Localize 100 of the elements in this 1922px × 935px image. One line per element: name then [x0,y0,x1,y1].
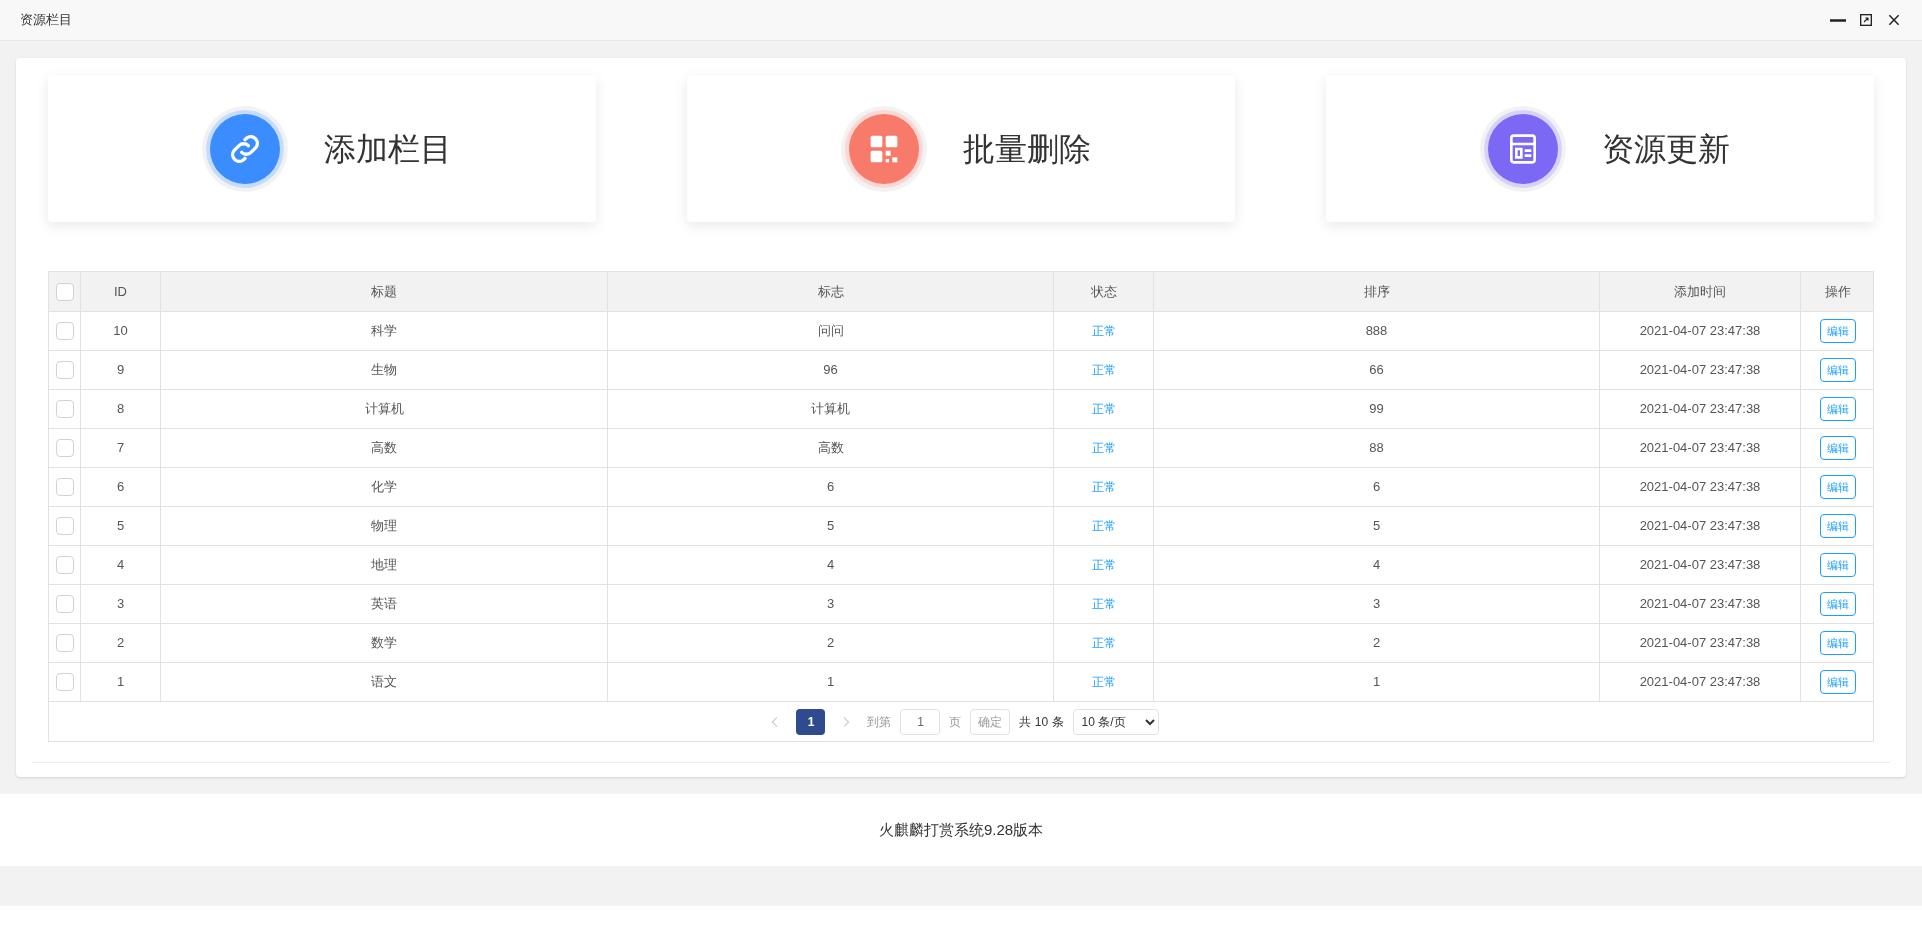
action-label: 批量删除 [963,129,1091,169]
column-header: 标志 [608,272,1054,311]
table-cell-text: 2021-04-07 23:47:38 [1639,595,1761,614]
column-header: 操作 [1824,282,1852,301]
table-cell-text: 6 [826,478,835,497]
table-cell-text: 2021-04-07 23:47:38 [1639,517,1761,536]
checkbox[interactable] [55,478,74,496]
checkbox[interactable] [55,673,74,691]
table-cell-text: 3 [826,595,835,614]
action-card[interactable]: 添加栏目 [48,75,596,222]
status-text: 正常 [1091,440,1116,457]
page-button[interactable]: 1 [796,708,826,735]
maximize-button[interactable] [1858,12,1874,28]
edit-button[interactable]: 编辑 [1820,436,1856,460]
table-cell-text: 5 [1372,517,1381,536]
checkbox[interactable] [55,282,74,301]
table-cell-text: 66 [1369,361,1384,380]
table-cell-text: 4 [1372,556,1381,575]
total-count: 共 10 条 [1019,713,1064,731]
table-cell-text: 物理 [371,517,397,536]
table-cell-text: 2 [1372,634,1381,653]
edit-button[interactable]: 编辑 [1820,514,1856,538]
table-cell-text: 5 [116,517,125,536]
edit-button[interactable]: 编辑 [1820,553,1856,577]
confirm-button[interactable]: 确定 [970,708,1011,735]
column-header: 标题 [161,272,608,311]
close-icon [1886,12,1902,28]
table-cell-text: 3 [116,595,125,614]
table-cell-text: 2021-04-07 23:47:38 [1639,673,1761,692]
table-cell-text: 科学 [371,322,397,341]
checkbox[interactable] [55,322,74,340]
status-text: 正常 [1091,557,1116,574]
edit-button[interactable]: 编辑 [1820,397,1856,421]
page-unit-label: 页 [949,713,962,731]
window-title: 资源栏目 [20,11,72,30]
checkbox[interactable] [55,400,74,418]
edit-button[interactable]: 编辑 [1820,319,1856,343]
page-input[interactable]: 1 [900,708,941,735]
table-cell-text: 6 [1372,478,1381,497]
maximize-icon [1858,12,1874,28]
checkbox[interactable] [55,595,74,613]
table-cell-text: 4 [826,556,835,575]
status-text: 正常 [1091,479,1116,496]
table-cell-text: 英语 [371,595,397,614]
action-label: 资源更新 [1602,129,1730,169]
table-cell-text: 2021-04-07 23:47:38 [1639,322,1761,341]
table-cell-text: 8 [116,400,125,419]
checkbox[interactable] [55,556,74,574]
table-cell-text: 4 [116,556,125,575]
table-cell-text: 计算机 [811,400,850,419]
status-text: 正常 [1091,674,1116,691]
table-cell-text: 10 [113,322,128,341]
goto-label: 到第 [867,713,892,731]
table-cell-text: 语文 [371,673,397,692]
edit-button[interactable]: 编辑 [1820,592,1856,616]
table-cell-text: 1 [1372,673,1381,692]
footer-text: 火麒麟打赏系统9.28版本 [878,819,1044,840]
edit-button[interactable]: 编辑 [1820,631,1856,655]
checkbox[interactable] [55,361,74,379]
table-cell-text: 计算机 [364,400,404,419]
table-cell-text: 1 [826,673,835,692]
table-cell-text: 高数 [817,439,844,458]
table-cell-text: 2021-04-07 23:47:38 [1639,634,1761,653]
table-cell-text: 5 [826,517,835,536]
table-cell-text: 6 [116,478,125,497]
table-cell-text: 数学 [371,634,397,653]
column-header: ID [81,272,161,311]
action-label: 添加栏目 [324,129,452,169]
table-cell-text: 88 [1369,439,1384,458]
page-size-select[interactable]: 10 条/页 [1072,708,1159,735]
table-cell-text: 2021-04-07 23:47:38 [1639,400,1761,419]
table-cell-text: 2021-04-07 23:47:38 [1639,478,1761,497]
table-cell-text: 7 [116,439,125,458]
edit-button[interactable]: 编辑 [1820,670,1856,694]
edit-button[interactable]: 编辑 [1820,358,1856,382]
status-text: 正常 [1091,635,1116,652]
table-cell-text: 问问 [817,322,844,341]
table-cell-text: 化学 [371,478,397,497]
table-cell-text: 2021-04-07 23:47:38 [1639,556,1761,575]
status-text: 正常 [1091,596,1116,613]
status-text: 正常 [1091,362,1116,379]
table-cell-text: 1 [116,673,125,692]
table-cell-text: 2021-04-07 23:47:38 [1639,439,1761,458]
checkbox[interactable] [55,517,74,535]
close-button[interactable] [1886,12,1902,28]
action-card[interactable]: 资源更新 [1326,75,1874,222]
action-card[interactable]: 批量删除 [687,75,1235,222]
edit-button[interactable]: 编辑 [1820,475,1856,499]
checkbox[interactable] [55,634,74,652]
status-text: 正常 [1091,401,1116,418]
table-cell-text: 9 [116,361,125,380]
checkbox[interactable] [55,439,74,457]
column-header: 排序 [1154,272,1600,311]
minimize-icon [1830,18,1846,22]
column-header: 添加时间 [1600,272,1801,311]
table-cell-text: 地理 [371,556,397,575]
table-cell-text: 2 [116,634,125,653]
status-text: 正常 [1091,518,1116,535]
table-cell-text: 2021-04-07 23:47:38 [1639,361,1761,380]
table-cell-text: 3 [1372,595,1381,614]
